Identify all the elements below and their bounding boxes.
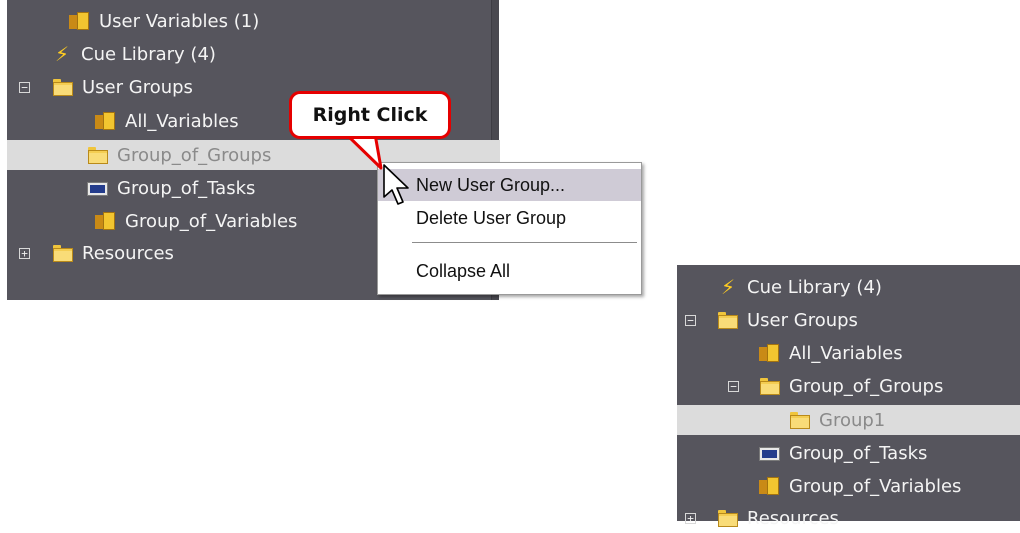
tree-item-group1[interactable]: Group1 (677, 405, 1020, 435)
variables-icon (69, 11, 91, 31)
folder-icon (717, 508, 739, 528)
tree-item-label: User Variables (1) (99, 10, 260, 32)
tree-item-cue-library[interactable]: ⚡ Cue Library (4) (677, 272, 1020, 302)
tree-item-label: Group_of_Groups (117, 144, 272, 166)
menu-item-new-user-group[interactable]: New User Group... (378, 169, 641, 201)
folder-icon (759, 376, 781, 396)
folder-icon (87, 145, 109, 165)
tree-item-label: Group_of_Tasks (789, 442, 928, 464)
tree-item-label: Resources (82, 242, 174, 264)
variables-icon (95, 211, 117, 231)
tree-item-group-of-tasks[interactable]: Group_of_Tasks (677, 438, 1020, 468)
tree-item-group-of-variables[interactable]: Group_of_Variables (677, 471, 1020, 501)
tree-item-label: User Groups (747, 309, 858, 331)
tree-item-label: Group_of_Variables (789, 475, 962, 497)
tree-item-all-variables[interactable]: All_Variables (677, 338, 1020, 368)
context-menu: New User Group... Delete User Group Coll… (377, 162, 642, 295)
tasks-icon (87, 178, 109, 198)
menu-item-collapse-all[interactable]: Collapse All (378, 255, 641, 287)
tree-item-user-variables[interactable]: User Variables (1) (7, 6, 493, 36)
collapse-icon[interactable]: − (728, 381, 739, 392)
tree-item-label: User Groups (82, 76, 193, 98)
tree-item-label: All_Variables (789, 342, 903, 364)
menu-item-delete-user-group[interactable]: Delete User Group (378, 202, 641, 234)
cue-library-icon: ⚡ (720, 275, 736, 299)
collapse-icon[interactable]: − (19, 82, 30, 93)
tree-item-group-of-groups[interactable]: − Group_of_Groups (677, 371, 1020, 401)
tree-item-label: Group_of_Tasks (117, 177, 256, 199)
tree-item-label: Group_of_Groups (789, 375, 944, 397)
folder-icon (52, 243, 74, 263)
tree-item-label: Resources (747, 507, 839, 529)
tasks-icon (759, 443, 781, 463)
tree-item-label: Group1 (819, 409, 886, 431)
menu-separator (412, 242, 637, 243)
tree-item-label: All_Variables (125, 110, 239, 132)
cue-library-icon: ⚡ (54, 42, 70, 66)
collapse-icon[interactable]: − (685, 315, 696, 326)
variables-icon (759, 476, 781, 496)
tree-item-user-groups[interactable]: − User Groups (677, 305, 1020, 335)
tree-item-resources[interactable]: + Resources (677, 503, 1020, 533)
tree-item-label: Group_of_Variables (125, 210, 298, 232)
right-click-callout: Right Click (289, 91, 451, 139)
variables-icon (95, 111, 117, 131)
tree-item-cue-library[interactable]: ⚡ Cue Library (4) (7, 39, 493, 69)
expand-icon[interactable]: + (19, 248, 30, 259)
folder-icon (52, 77, 74, 97)
expand-icon[interactable]: + (685, 513, 696, 524)
folder-icon (789, 410, 811, 430)
right-tree-panel: ⚡ Cue Library (4) − User Groups All_Vari… (677, 265, 1020, 529)
folder-icon (717, 310, 739, 330)
tree-item-label: Cue Library (4) (747, 276, 882, 298)
variables-icon (759, 343, 781, 363)
tree-item-label: Cue Library (4) (81, 43, 216, 65)
